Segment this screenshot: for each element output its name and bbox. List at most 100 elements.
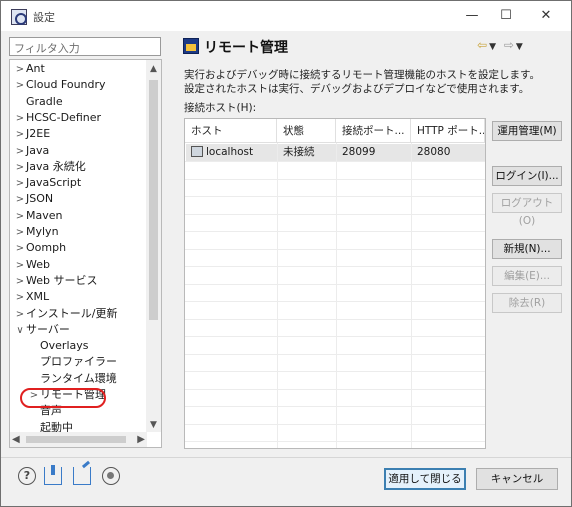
delete-button[interactable]: 除去(R): [492, 293, 562, 313]
tree-item[interactable]: > Web: [14, 257, 50, 273]
expand-arrow-icon[interactable]: >: [14, 62, 26, 78]
help-icon[interactable]: ?: [18, 467, 36, 485]
grid-line: [185, 441, 485, 442]
back-arrow-icon[interactable]: ⇦: [477, 38, 489, 52]
grid-line: [185, 336, 485, 337]
grid-line: [185, 318, 485, 320]
tree-item[interactable]: > Maven: [14, 208, 63, 225]
hosts-label: 接続ホスト(H):: [184, 102, 257, 114]
edit-button[interactable]: 編集(E)...: [492, 266, 562, 286]
cell-port[interactable]: 28099: [336, 144, 411, 161]
tree-item-label: JSON: [26, 192, 54, 206]
tree-item[interactable]: > Java: [14, 143, 49, 159]
maximize-button[interactable]: ☐: [496, 7, 516, 25]
grid-line: [185, 283, 485, 285]
tree-item[interactable]: プロファイラー: [28, 354, 117, 370]
expand-arrow-icon[interactable]: >: [14, 127, 26, 143]
grid-line: [185, 353, 485, 355]
scroll-up-icon[interactable]: ▲: [146, 62, 161, 76]
cell-status[interactable]: 未接続: [277, 144, 336, 161]
tree-item[interactable]: > インストール/更新: [14, 306, 118, 322]
tree-item[interactable]: > Ant: [14, 61, 45, 77]
title-bar: 設定 — ☐ ✕: [1, 1, 571, 31]
expand-arrow-icon[interactable]: >: [14, 78, 26, 94]
cell-host[interactable]: localhost: [185, 144, 277, 161]
tree-horizontal-scrollbar[interactable]: ◀ ▶: [10, 432, 147, 447]
tree-item[interactable]: > Mylyn: [14, 224, 59, 240]
expand-arrow-icon[interactable]: >: [14, 274, 26, 290]
bottom-separator: [1, 457, 571, 458]
login-button[interactable]: ログイン(I)...: [492, 166, 562, 186]
scroll-right-icon[interactable]: ▶: [137, 432, 145, 447]
tree-item[interactable]: > Oomph: [14, 240, 66, 256]
tree-vertical-scrollbar[interactable]: ▲ ▼: [146, 60, 161, 432]
scroll-left-icon[interactable]: ◀: [12, 432, 20, 447]
tree-item-label: Gradle: [26, 94, 63, 108]
tree-item-label: Oomph: [26, 241, 67, 255]
tree-item[interactable]: ランタイム環境: [28, 371, 117, 387]
expand-arrow-icon[interactable]: >: [14, 160, 26, 176]
expand-arrow-icon[interactable]: >: [14, 225, 26, 241]
import-icon[interactable]: [44, 465, 62, 485]
column-header-port[interactable]: 接続ポート...: [336, 119, 411, 143]
hosts-table[interactable]: ホスト 状態 接続ポート... HTTP ポート... localhost 未接…: [184, 118, 486, 449]
tree-item-label: HCSC-Definer: [26, 110, 102, 124]
expand-arrow-icon[interactable]: >: [14, 307, 26, 323]
record-icon[interactable]: [102, 467, 120, 485]
forward-dropdown-icon[interactable]: ▼: [516, 42, 525, 52]
column-header-http-port[interactable]: HTTP ポート...: [411, 119, 485, 143]
grid-line: [185, 301, 485, 302]
operation-management-button[interactable]: 運用管理(M): [492, 121, 562, 141]
minimize-button[interactable]: —: [462, 7, 482, 25]
page-navigation: ⇦▼ ⇨▼: [477, 38, 525, 52]
grid-line: [411, 143, 412, 448]
column-header-host[interactable]: ホスト: [185, 119, 277, 143]
tree-item[interactable]: > JavaScript: [14, 175, 81, 191]
tree-item[interactable]: > Cloud Foundry: [14, 77, 106, 93]
forward-arrow-icon[interactable]: ⇨: [504, 38, 516, 52]
description-line-2: 設定されたホストは実行、デバッグおよびデプロイなどで使用されます。: [184, 83, 530, 95]
cell-http-port[interactable]: 28080: [411, 144, 485, 161]
tree-item[interactable]: Overlays: [28, 338, 89, 354]
tree-item[interactable]: > Web サービス: [14, 273, 98, 290]
close-button[interactable]: ✕: [536, 7, 556, 25]
scroll-thumb[interactable]: [149, 80, 158, 320]
tree-item-label: Cloud Foundry: [26, 78, 106, 92]
expand-arrow-icon[interactable]: >: [14, 111, 26, 127]
grid-line: [185, 231, 485, 232]
page-description: 実行およびデバッグ時に接続するリモート管理機能のホストを設定します。 設定された…: [184, 68, 564, 96]
grid-line: [185, 406, 485, 407]
scroll-thumb-horizontal[interactable]: [26, 436, 126, 443]
expand-arrow-icon[interactable]: >: [14, 176, 26, 192]
apply-and-close-button[interactable]: 適用して閉じる: [384, 468, 466, 490]
tree-item[interactable]: > JSON: [14, 191, 53, 207]
expand-arrow-icon[interactable]: >: [14, 144, 26, 160]
tree-item[interactable]: Gradle: [14, 94, 63, 110]
expand-arrow-icon[interactable]: >: [14, 192, 26, 208]
expand-arrow-icon[interactable]: >: [14, 290, 26, 306]
tree-item[interactable]: > HCSC-Definer: [14, 110, 101, 126]
cancel-button[interactable]: キャンセル: [476, 468, 558, 490]
description-line-1: 実行およびデバッグ時に接続するリモート管理機能のホストを設定します。: [184, 69, 540, 81]
logout-button[interactable]: ログアウト(O): [492, 193, 562, 227]
new-button[interactable]: 新規(N)...: [492, 239, 562, 259]
filter-input[interactable]: フィルタ入力: [9, 37, 161, 56]
collapse-arrow-icon[interactable]: ∨: [14, 323, 26, 339]
export-icon[interactable]: [73, 467, 91, 485]
column-header-status[interactable]: 状態: [277, 119, 336, 143]
server-icon: [191, 146, 203, 157]
expand-arrow-icon[interactable]: >: [14, 241, 26, 257]
tree-item-label: Web サービス: [26, 273, 98, 287]
tree-item[interactable]: > XML: [14, 289, 49, 305]
scroll-down-icon[interactable]: ▼: [146, 418, 161, 432]
tree-item[interactable]: > J2EE: [14, 126, 50, 142]
expand-arrow-icon[interactable]: >: [14, 258, 26, 274]
tree-item-label: Maven: [26, 208, 63, 222]
tree-item-label: Java: [26, 143, 50, 157]
tree-item-label: JavaScript: [26, 176, 82, 190]
tree-item-label: J2EE: [26, 127, 51, 141]
tree-item[interactable]: > Java 永続化: [14, 159, 86, 175]
expand-arrow-icon[interactable]: >: [14, 209, 26, 225]
tree-item[interactable]: ∨ サーバー: [14, 322, 70, 338]
back-dropdown-icon[interactable]: ▼: [489, 42, 498, 52]
